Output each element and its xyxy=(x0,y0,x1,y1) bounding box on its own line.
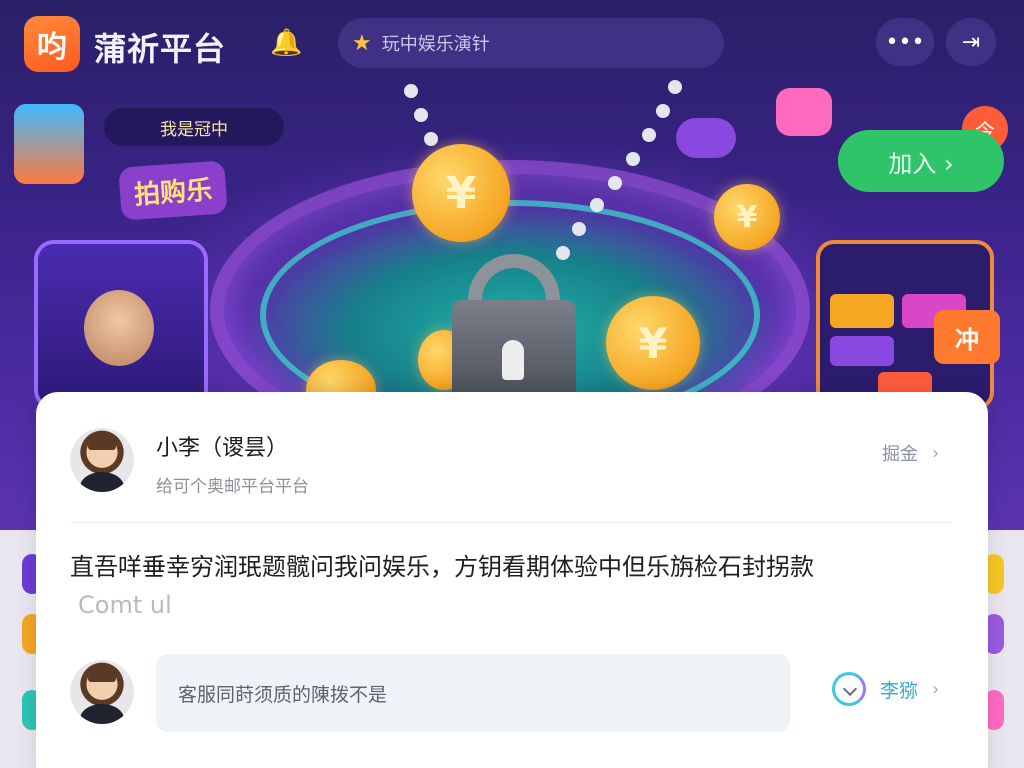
search-placeholder: 玩中娱乐演针 xyxy=(381,34,490,55)
reply-placeholder: 客服同莳须质的陳拨不是 xyxy=(178,683,388,706)
promo-label[interactable]: 拍购乐 xyxy=(118,160,228,221)
chain-link xyxy=(608,176,622,190)
follow-link[interactable]: 掘金 › xyxy=(882,440,939,466)
user-subtitle: 给可个奥邮平台平台 xyxy=(156,477,309,497)
streamer-avatar xyxy=(84,290,154,366)
follow-label: 掘金 xyxy=(882,444,918,465)
chain-link xyxy=(404,84,418,98)
coin-icon: ¥ xyxy=(606,296,700,390)
chain-link xyxy=(642,128,656,142)
coin-icon: ¥ xyxy=(412,144,510,242)
join-button[interactable]: 加入 › xyxy=(838,130,1004,192)
game-tile xyxy=(830,294,894,328)
keyhole-icon xyxy=(502,340,524,380)
refresh-icon xyxy=(832,672,866,706)
comment-card: 小李（谡昙） 给可个奥邮平台平台 掘金 › 直吾咩垂幸穷润珉题髋问我问娱乐，方钥… xyxy=(36,392,988,768)
chevron-right-icon: › xyxy=(932,678,940,700)
chain-link xyxy=(590,198,604,212)
chain-link xyxy=(424,132,438,146)
lollipop-icon xyxy=(676,118,736,158)
bell-icon[interactable]: 🔔 xyxy=(270,28,302,58)
comment-body: 直吾咩垂幸穷润珉题髋问我问娱乐，方钥看期体验中但乐旃检石封拐款 Comt ul xyxy=(70,548,830,624)
user-name[interactable]: 小李（谡昙） xyxy=(156,430,288,462)
reply-action-button[interactable]: 李猕 › xyxy=(832,672,939,706)
chevron-right-icon: › xyxy=(932,442,940,464)
more-button[interactable]: ••• xyxy=(876,18,934,66)
chain-link xyxy=(414,108,428,122)
top-badge: 我是冠中 xyxy=(104,108,284,146)
app-title: 蒲祈平台 xyxy=(94,30,227,68)
divider xyxy=(70,522,952,523)
chain-link xyxy=(626,152,640,166)
star-icon: ★ xyxy=(352,30,372,56)
exit-icon[interactable]: ⇥ xyxy=(946,18,996,66)
comment-text: 直吾咩垂幸穷润珉题髋问我问娱乐，方钥看期体验中但乐旃检石封拐款 xyxy=(70,553,814,581)
chain-link xyxy=(668,80,682,94)
reply-input[interactable]: 客服同莳须质的陳拨不是 xyxy=(156,654,790,732)
self-avatar xyxy=(70,660,134,724)
game-tile xyxy=(830,336,894,366)
chain-link xyxy=(656,104,670,118)
search-bar[interactable]: ★ 玩中娱乐演针 xyxy=(338,18,724,68)
hot-tag: 冲 xyxy=(934,310,1000,364)
coin-icon: ¥ xyxy=(714,184,780,250)
chain-link xyxy=(556,246,570,260)
mascot-icon xyxy=(14,104,84,184)
chain-link xyxy=(572,222,586,236)
reply-action-label: 李猕 xyxy=(880,679,919,702)
user-avatar[interactable] xyxy=(70,428,134,492)
heart-icon xyxy=(776,88,832,136)
app-logo: 呁 xyxy=(24,16,80,72)
comment-more-link[interactable]: Comt ul xyxy=(78,591,172,619)
